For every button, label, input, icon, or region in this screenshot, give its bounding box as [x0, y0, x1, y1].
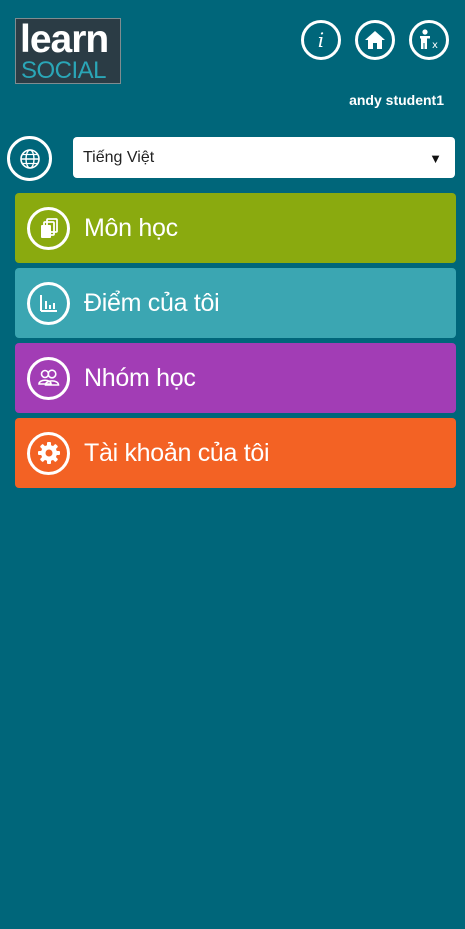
svg-text:i: i [318, 28, 324, 52]
courses-icon [27, 206, 70, 250]
menu-item-label: Môn học [84, 213, 178, 242]
menu-item-courses[interactable]: Môn học [15, 193, 456, 263]
menu-item-study-groups[interactable]: Nhóm học [15, 343, 456, 413]
accessibility-exit-button[interactable]: x [409, 20, 449, 60]
username-label: andy student1 [349, 92, 444, 108]
settings-gear-icon [27, 431, 70, 475]
language-select[interactable]: Tiếng Việt ▼ [73, 137, 455, 178]
language-globe [7, 136, 52, 181]
language-selected-value: Tiếng Việt [83, 148, 155, 166]
menu-item-label: Điểm của tôi [84, 288, 220, 317]
menu-item-my-grades[interactable]: Điểm của tôi [15, 268, 456, 338]
group-icon [27, 356, 70, 400]
menu-item-label: Tài khoản của tôi [84, 438, 270, 467]
svg-text:x: x [432, 40, 438, 51]
learnsocial-logo: learn SOCIAL [15, 18, 121, 84]
home-icon [365, 31, 385, 49]
info-icon: i [318, 28, 324, 52]
menu-item-label: Nhóm học [84, 363, 196, 392]
info-button[interactable]: i [301, 20, 341, 60]
logo-text-social: SOCIAL [21, 57, 107, 84]
exit-accessibility-icon: x [420, 29, 438, 51]
globe-icon [19, 148, 40, 169]
grades-chart-icon [27, 281, 70, 325]
home-button[interactable] [355, 20, 395, 60]
menu-item-my-account[interactable]: Tài khoản của tôi [15, 418, 456, 488]
dropdown-caret-icon: ▼ [429, 151, 442, 166]
logo-text-learn: learn [20, 18, 109, 61]
